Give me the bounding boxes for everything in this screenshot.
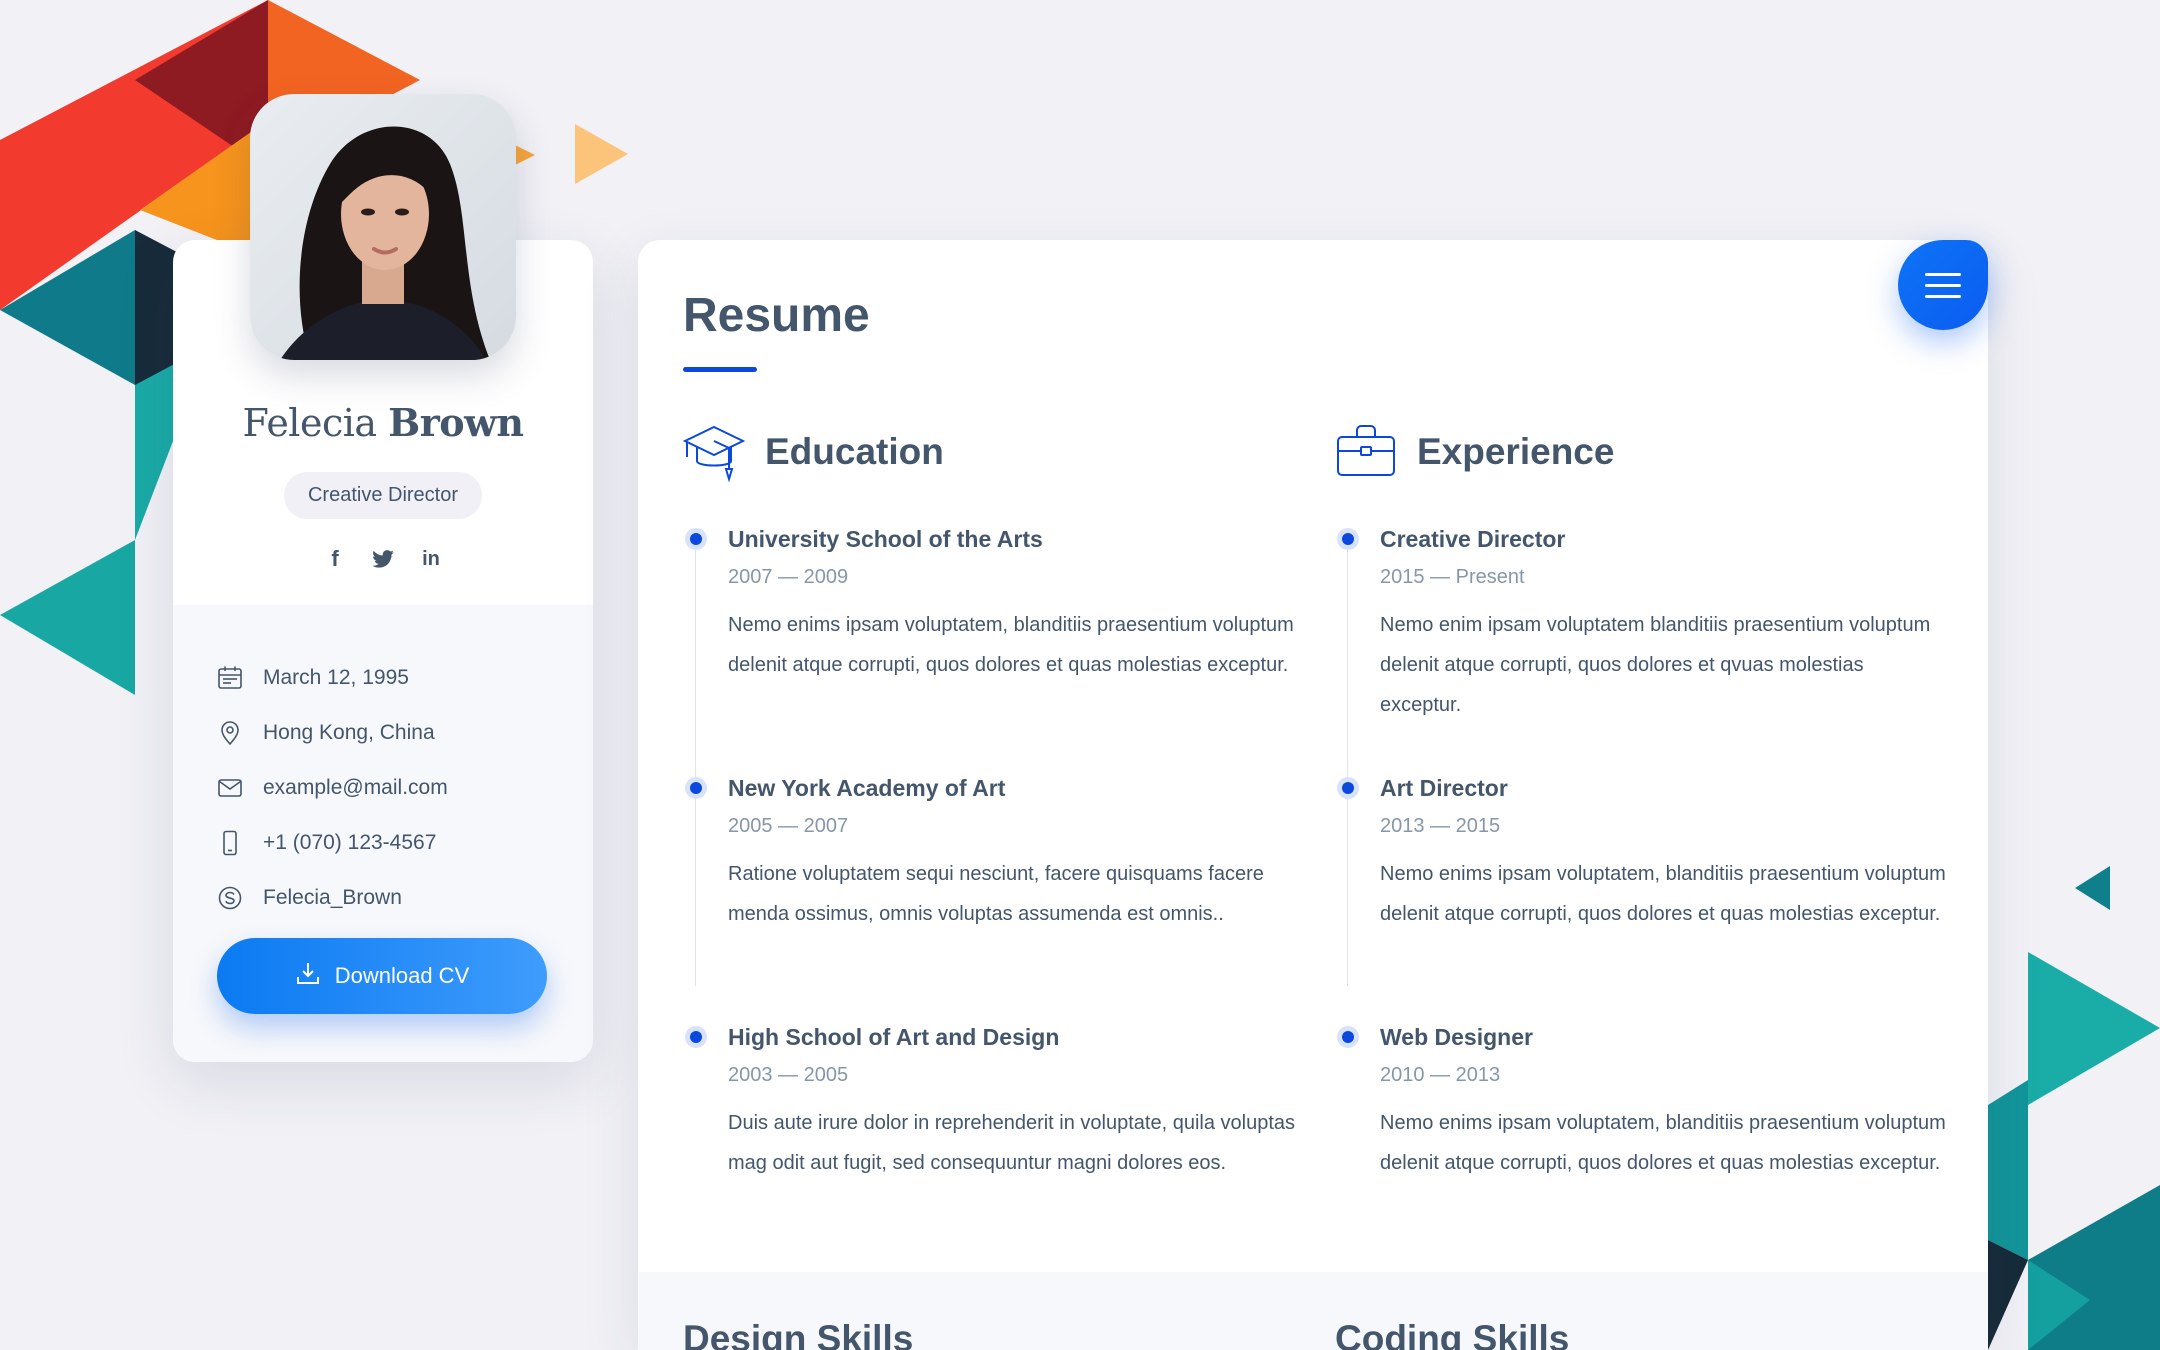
contact-location: Hong Kong, China [217, 705, 573, 760]
menu-icon-bar [1925, 283, 1961, 287]
education-item-text: Duis aute irure dolor in reprehenderit i… [728, 1112, 1296, 1174]
experience-item-text: Nemo enims ipsam voluptatem, blanditiis … [1380, 1112, 1946, 1174]
experience-item-text: Nemo enim ipsam voluptatem blanditiis pr… [1380, 614, 1931, 716]
education-item-period: 2007 — 2009 [728, 566, 849, 588]
education-item: New York Academy of Art 2005 — 2007 Rati… [683, 773, 1283, 1022]
contact-birthday-value: March 12, 1995 [263, 665, 409, 689]
experience-item-period: 2013 — 2015 [1380, 815, 1501, 837]
experience-title: Experience [1417, 431, 1615, 472]
profile-avatar [250, 94, 516, 360]
experience-item: Web Designer 2010 — 2013 Nemo enims ipsa… [1335, 1022, 1946, 1271]
education-item-title: New York Academy of Art [728, 775, 1006, 801]
experience-item-period: 2015 — Present [1380, 566, 1525, 588]
experience-section: Experience Creative Director 2015 — Pres… [1335, 420, 1946, 1271]
profile-name: Felecia Brown [173, 400, 593, 445]
experience-timeline: Creative Director 2015 — Present Nemo en… [1335, 524, 1946, 1271]
first-name: Felecia [242, 401, 378, 445]
facebook-icon[interactable]: f [324, 546, 346, 571]
calendar-icon [217, 665, 243, 691]
education-title: Education [765, 431, 944, 472]
contact-list: March 12, 1995 Hong Kong, China example@… [217, 650, 573, 925]
education-timeline: University School of the Arts 2007 — 200… [683, 524, 1295, 1271]
education-item: University School of the Arts 2007 — 200… [683, 524, 1294, 773]
education-item-period: 2003 — 2005 [728, 1064, 849, 1086]
education-item: High School of Art and Design 2003 — 200… [683, 1022, 1295, 1271]
timeline-dot [1337, 528, 1359, 550]
phone-icon [217, 830, 243, 856]
contact-location-value: Hong Kong, China [263, 720, 435, 744]
twitter-icon[interactable] [372, 548, 394, 570]
mail-icon [217, 775, 243, 801]
role-badge: Creative Director [283, 472, 483, 519]
design-skills-title: Design Skills [683, 1318, 914, 1350]
timeline-dot [1337, 1026, 1359, 1048]
page-title: Resume [683, 289, 870, 342]
social-links: f in [173, 546, 593, 571]
contact-email-value[interactable]: example@mail.com [263, 776, 448, 800]
experience-item-text: Nemo enims ipsam voluptatem, blanditiis … [1380, 863, 1946, 925]
menu-button[interactable] [1898, 240, 1988, 330]
contact-phone-value[interactable]: +1 (070) 123-4567 [263, 831, 436, 855]
experience-item-title: Web Designer [1380, 1024, 1533, 1050]
briefcase-icon [1335, 421, 1397, 483]
timeline-dot [685, 777, 707, 799]
education-item-text: Nemo enims ipsam voluptatem, blanditiis … [728, 614, 1294, 676]
education-item-title: High School of Art and Design [728, 1024, 1060, 1050]
education-item-title: University School of the Arts [728, 526, 1043, 552]
experience-item-title: Creative Director [1380, 526, 1566, 552]
location-pin-icon [217, 720, 243, 746]
timeline-dot [685, 1026, 707, 1048]
education-item-period: 2005 — 2007 [728, 815, 849, 837]
coding-skills-title: Coding Skills [1335, 1318, 1570, 1350]
last-name: Brown [388, 400, 524, 445]
menu-icon-bar [1925, 272, 1961, 276]
timeline-dot [685, 528, 707, 550]
skype-icon [217, 885, 243, 911]
experience-item-period: 2010 — 2013 [1380, 1064, 1501, 1086]
contact-birthday: March 12, 1995 [217, 650, 573, 705]
title-underline [683, 367, 757, 372]
download-cv-label: Download CV [334, 963, 470, 988]
profile-card: Felecia Brown Creative Director f in Mar… [173, 94, 593, 1062]
experience-item: Art Director 2013 — 2015 Nemo enims ipsa… [1335, 773, 1946, 1022]
menu-icon-bar [1925, 294, 1961, 298]
experience-item-title: Art Director [1380, 775, 1508, 801]
timeline-dot [1337, 777, 1359, 799]
resume-card: Resume Education University School of th… [638, 240, 1988, 1350]
education-item-text: Ratione voluptatem sequi nesciunt, facer… [728, 863, 1264, 925]
contact-skype-value[interactable]: Felecia_Brown [263, 886, 402, 910]
contact-phone: +1 (070) 123-4567 [217, 815, 573, 870]
download-cv-button[interactable]: Download CV [217, 938, 547, 1014]
linkedin-icon[interactable]: in [420, 548, 442, 570]
experience-item: Creative Director 2015 — Present Nemo en… [1335, 524, 1935, 773]
download-icon [295, 960, 321, 992]
contact-skype: Felecia_Brown [217, 870, 573, 925]
graduation-cap-icon [682, 421, 746, 483]
contact-email: example@mail.com [217, 760, 573, 815]
education-section: Education University School of the Arts … [682, 420, 1295, 1271]
